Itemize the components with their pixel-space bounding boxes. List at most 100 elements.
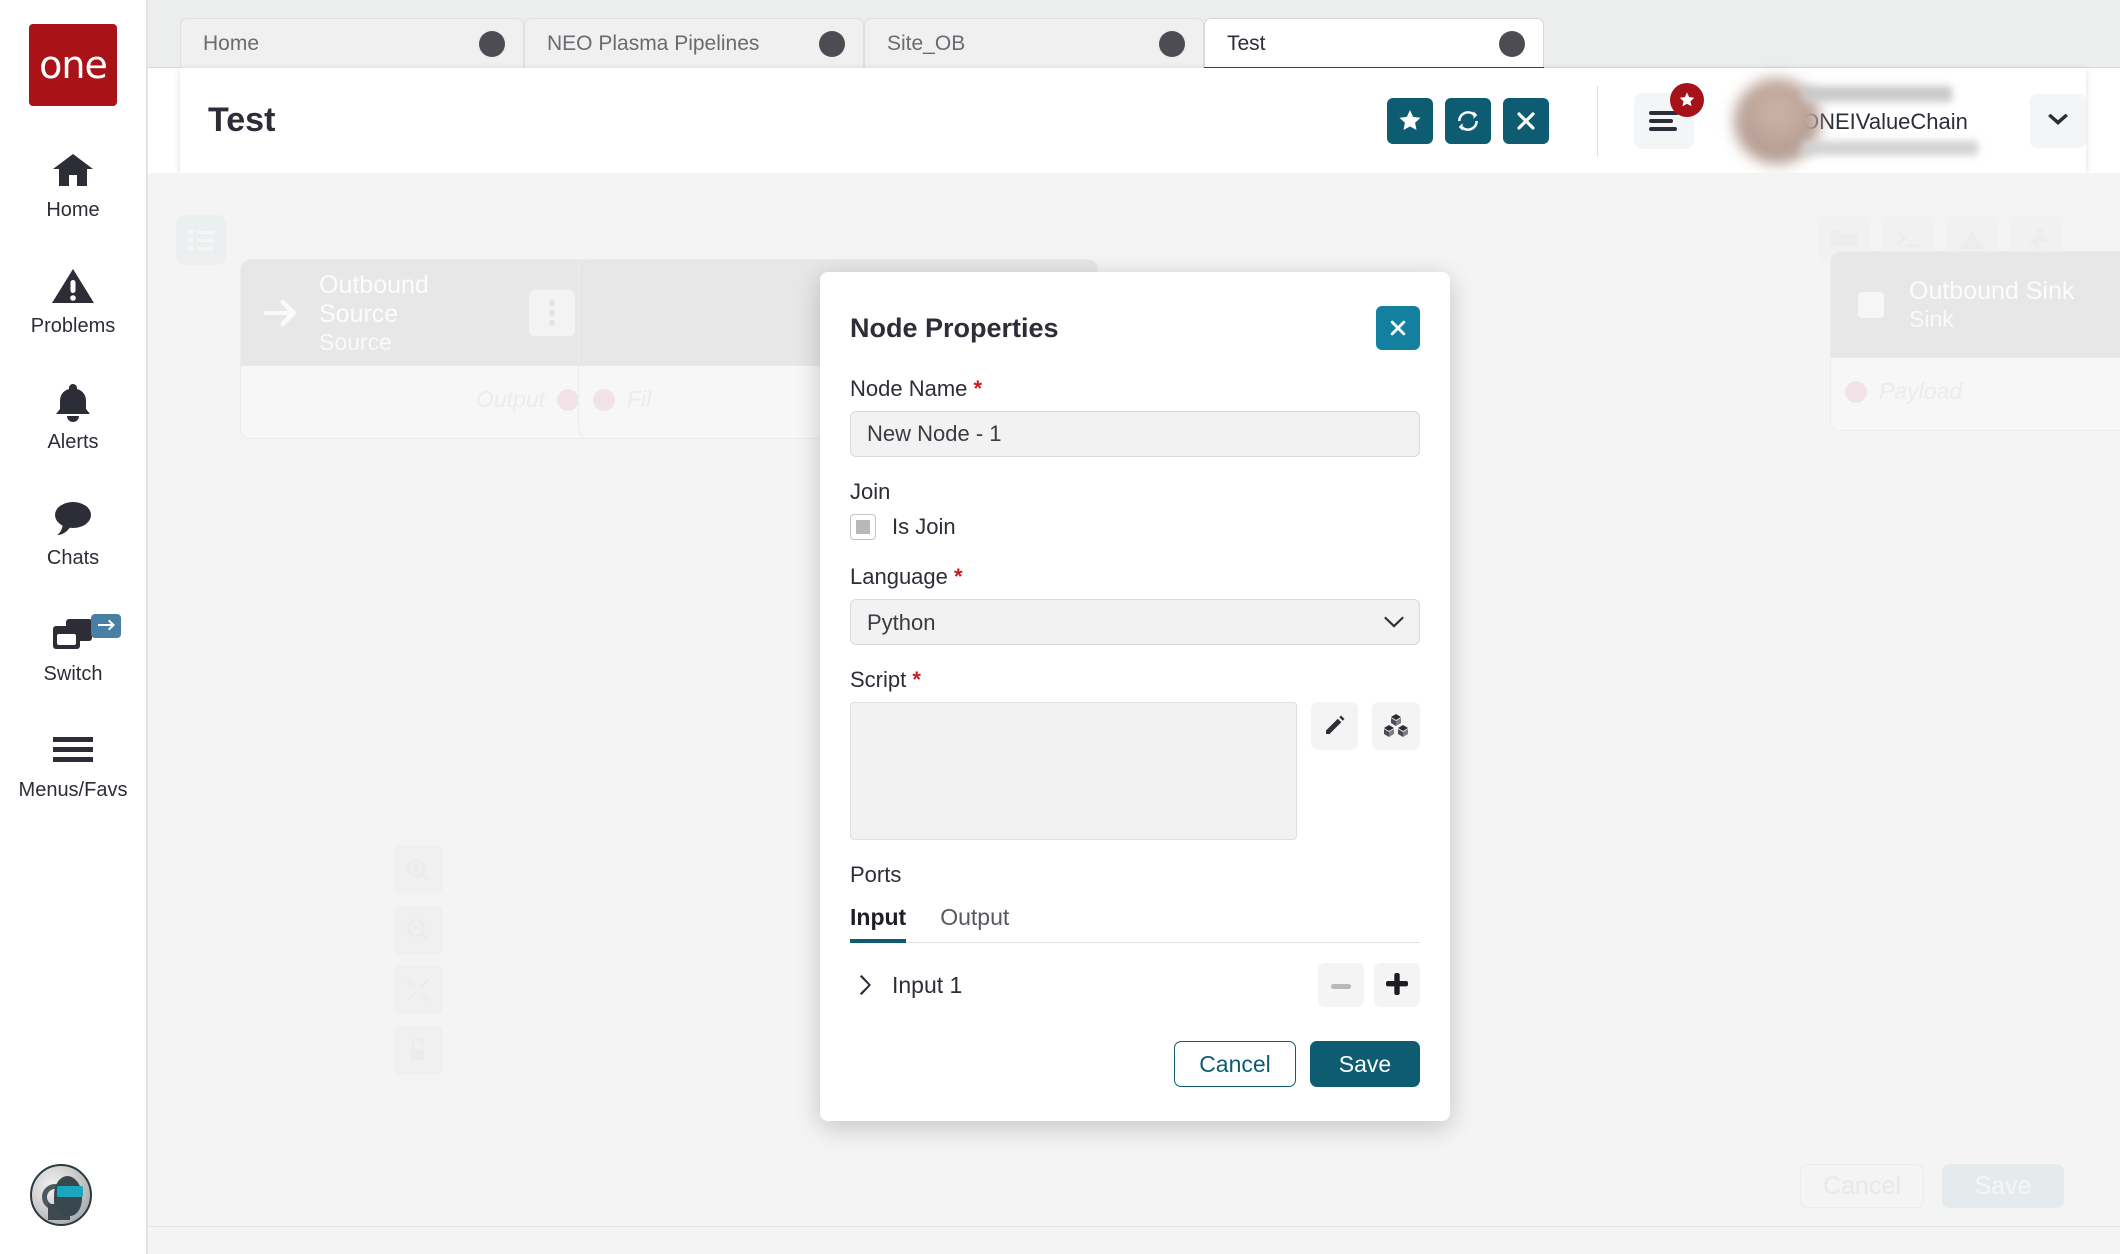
chevron-right-icon[interactable]: [850, 975, 878, 995]
sidebar-label: Problems: [30, 315, 116, 337]
canvas-save-button[interactable]: Save: [1942, 1164, 2064, 1208]
port-label: Payload: [1879, 378, 1963, 404]
language-label: Language *: [850, 564, 1420, 590]
windows-stack-icon: [50, 612, 96, 656]
tab-neo-plasma-pipelines[interactable]: NEO Plasma Pipelines: [524, 18, 864, 68]
tab-label: Home: [203, 31, 260, 55]
zoom-in-icon[interactable]: [393, 845, 443, 895]
close-icon[interactable]: [1159, 30, 1185, 57]
favorite-button[interactable]: [1387, 97, 1433, 144]
node-menu-kebab-icon[interactable]: [529, 290, 575, 336]
unlock-icon[interactable]: [393, 1025, 443, 1075]
sidebar-label: Menus/Favs: [18, 779, 128, 801]
tab-output[interactable]: Output: [940, 904, 1009, 942]
logo-text: one: [39, 43, 108, 87]
sidebar-item-home[interactable]: Home: [0, 148, 147, 222]
remove-port-button[interactable]: [1318, 963, 1364, 1007]
canvas-cancel-button[interactable]: Cancel: [1800, 1164, 1924, 1208]
sidebar-label: Alerts: [47, 431, 99, 453]
page-title: Test: [208, 101, 276, 139]
left-sidebar: one Home Problems Alerts Chats Switch Me…: [0, 0, 148, 1254]
label-text: Node Name: [850, 376, 968, 401]
zoom-out-icon[interactable]: [393, 905, 443, 955]
star-icon: [1670, 82, 1704, 117]
script-row: [850, 702, 1420, 840]
kebab-dot: [549, 310, 555, 316]
ports-section-title: Ports: [850, 862, 902, 887]
dialog-title: Node Properties: [850, 312, 1059, 343]
menu-lines-icon[interactable]: [1634, 82, 1704, 149]
is-join-checkbox-row[interactable]: Is Join: [850, 514, 1420, 540]
pencil-icon: [1323, 713, 1347, 740]
node-name-field-group: Node Name *: [850, 376, 1420, 457]
tab-label: NEO Plasma Pipelines: [547, 31, 760, 55]
sidebar-item-problems[interactable]: Problems: [0, 264, 147, 338]
port-list-item[interactable]: Input 1: [850, 943, 1420, 1007]
node-port-output[interactable]: Output: [476, 386, 579, 413]
ports-tabs: Input Output: [850, 904, 1420, 943]
user-role-redacted: [1802, 141, 1978, 155]
close-icon[interactable]: [819, 30, 845, 57]
sidebar-item-chats[interactable]: Chats: [0, 496, 147, 570]
arrow-right-icon: [259, 291, 303, 335]
kebab-dot: [549, 300, 555, 306]
collapse-arrows-icon[interactable]: [393, 965, 443, 1015]
sidebar-item-alerts[interactable]: Alerts: [0, 380, 147, 454]
port-label: Output: [475, 386, 545, 412]
node-body: Payload: [1831, 358, 2120, 430]
user-menu-chevron-down-icon[interactable]: [2030, 93, 2086, 148]
chat-bubble-icon: [50, 496, 96, 540]
label-text: Language: [850, 564, 948, 589]
required-asterisk: *: [973, 376, 983, 401]
language-select-wrapper: Python: [850, 599, 1420, 645]
port-row-actions: [1318, 963, 1420, 1007]
close-icon[interactable]: [1376, 306, 1420, 350]
home-icon: [50, 148, 96, 192]
script-modules-button[interactable]: [1372, 702, 1420, 750]
script-textarea[interactable]: [850, 702, 1297, 840]
add-port-button[interactable]: [1374, 963, 1420, 1007]
sidebar-item-switch[interactable]: Switch: [0, 612, 147, 686]
page-header: Test ONEIValueChain: [180, 68, 2086, 173]
close-button[interactable]: [1503, 97, 1549, 144]
checkbox-inner: [856, 520, 870, 534]
plus-icon: [1386, 972, 1408, 998]
tab-test[interactable]: Test: [1204, 18, 1544, 72]
app-root: one Home Problems Alerts Chats Switch Me…: [0, 0, 2120, 1254]
cubes-icon: [1383, 713, 1409, 740]
script-field-group: Script *: [850, 667, 1420, 840]
node-titles: Outbound Sink Sink: [1909, 277, 2074, 333]
language-field-group: Language * Python: [850, 564, 1420, 645]
is-join-checkbox[interactable]: [850, 514, 876, 540]
node-port-input[interactable]: Fil: [593, 386, 651, 413]
tab-input[interactable]: Input: [850, 904, 907, 943]
sidebar-item-menus-favs[interactable]: Menus/Favs: [0, 728, 147, 802]
node-name-input[interactable]: [850, 411, 1420, 457]
tab-site-ob[interactable]: Site_OB: [864, 18, 1204, 68]
close-icon[interactable]: [479, 30, 505, 57]
node-header: Outbound Sink Sink: [1831, 252, 2120, 358]
edit-script-button[interactable]: [1310, 702, 1359, 750]
canvas-node-outbound-source[interactable]: Outbound Source Source Output: [240, 259, 594, 439]
cancel-button[interactable]: Cancel: [1174, 1041, 1296, 1087]
label-text: Script: [850, 667, 907, 692]
sidebar-label: Chats: [46, 547, 100, 569]
app-logo[interactable]: one: [29, 24, 117, 106]
node-port-payload[interactable]: Payload: [1845, 378, 1962, 405]
close-icon[interactable]: [1499, 30, 1525, 57]
language-select[interactable]: Python: [850, 599, 1420, 645]
save-button[interactable]: Save: [1310, 1041, 1420, 1087]
ai-assistant-avatar[interactable]: [30, 1164, 92, 1226]
port-dot-icon: [593, 388, 615, 411]
refresh-button[interactable]: [1445, 97, 1491, 144]
tab-home[interactable]: Home: [180, 18, 524, 68]
dialog-header: Node Properties: [820, 272, 1450, 350]
status-bar: [148, 1226, 2120, 1254]
list-view-button[interactable]: [176, 215, 226, 265]
canvas-node-outbound-sink[interactable]: Outbound Sink Sink Payload: [1830, 251, 2120, 431]
swap-arrows-icon[interactable]: [91, 614, 121, 638]
node-subtitle: Source: [319, 328, 392, 355]
user-name-redacted: [1802, 86, 1952, 102]
node-subtitle: Sink: [1909, 306, 1954, 332]
user-organization: ONEIValueChain: [1802, 109, 1968, 134]
